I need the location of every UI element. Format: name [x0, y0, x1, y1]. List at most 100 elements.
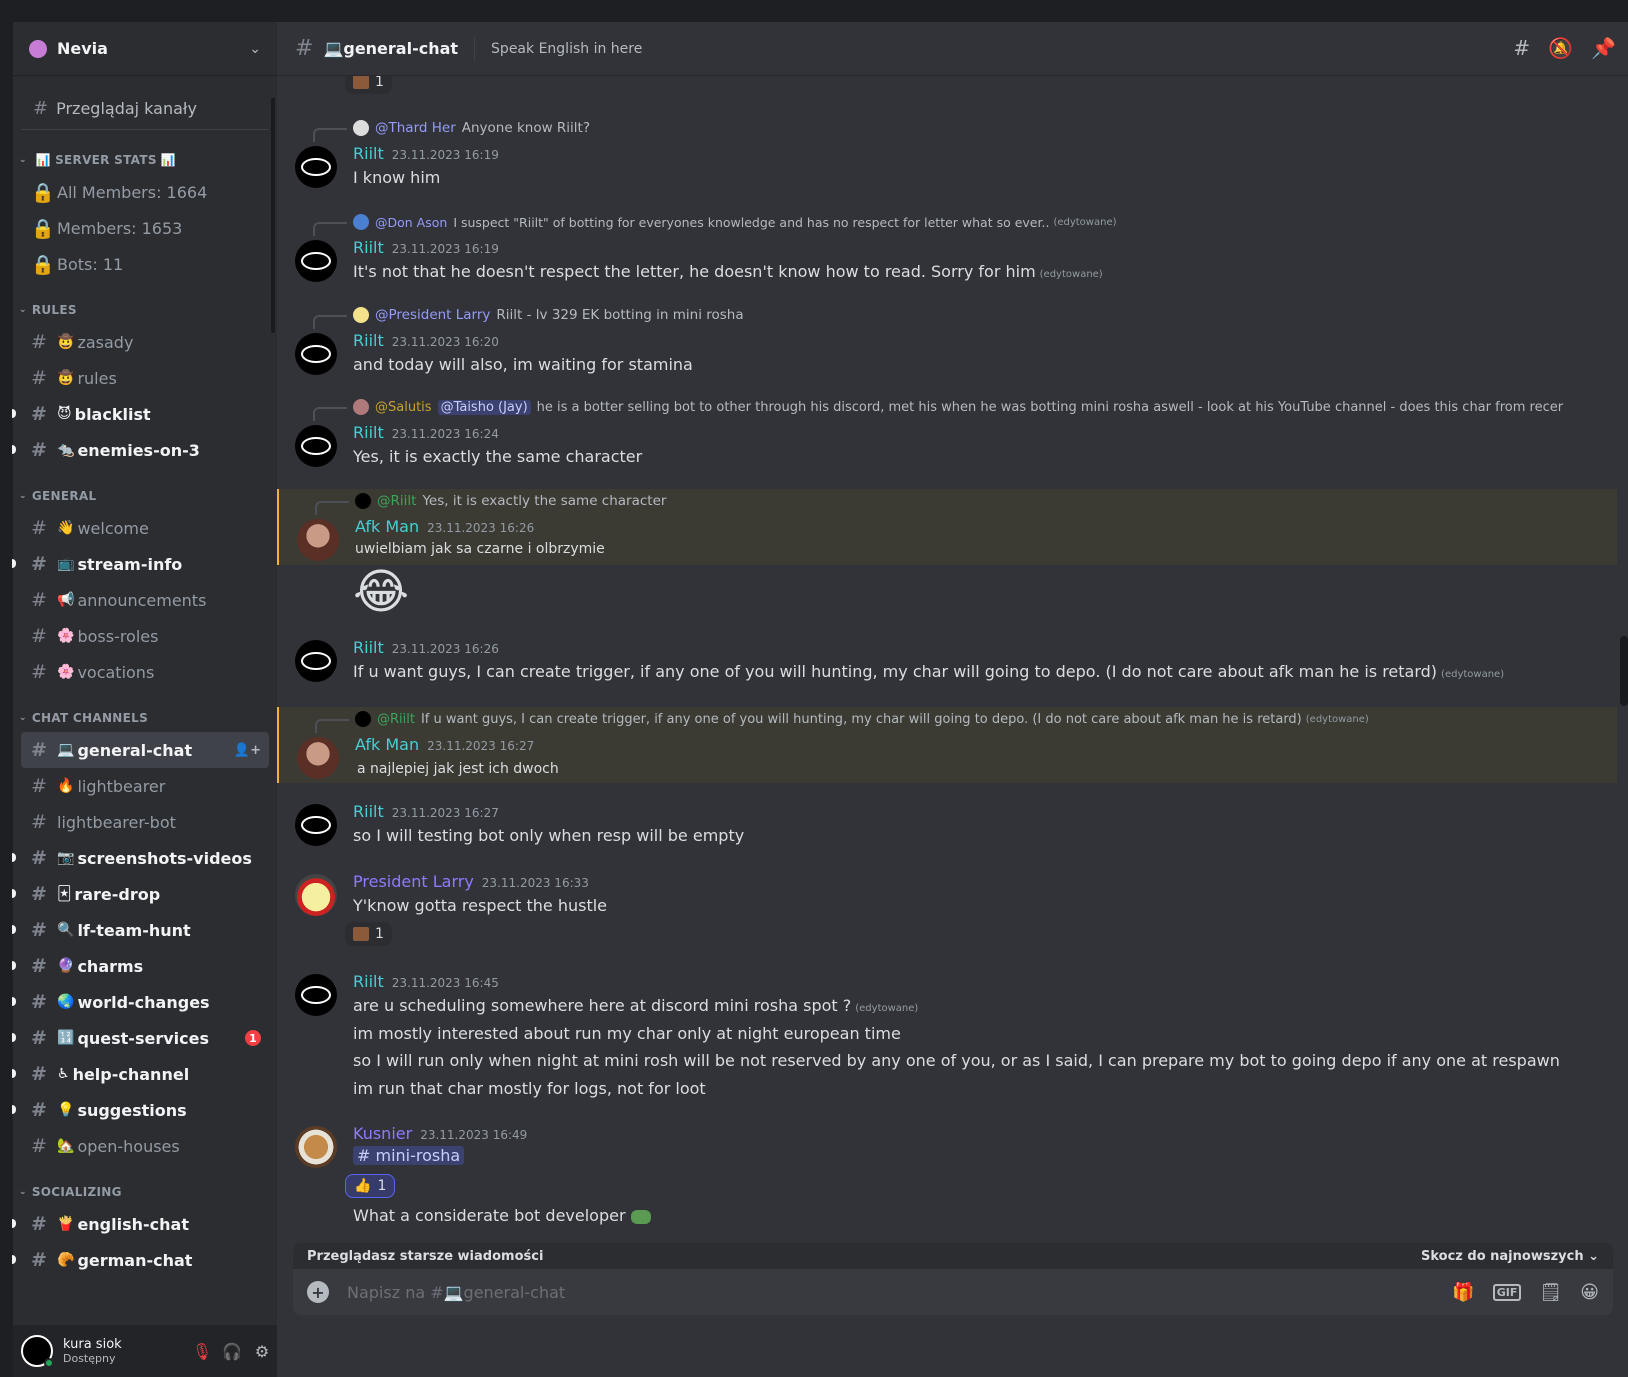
sidebar-scrollbar[interactable] — [271, 98, 275, 333]
avatar[interactable] — [295, 874, 337, 916]
header-divider — [474, 36, 476, 61]
channel-emoji-icon: 📢 — [57, 592, 75, 608]
notification-muted-icon[interactable]: 🔕 — [1548, 36, 1573, 60]
channel-emoji-icon: 🌸 — [57, 628, 75, 644]
reaction[interactable]: 1 — [345, 76, 392, 94]
avatar[interactable] — [295, 146, 337, 188]
user-mention-pill[interactable]: @Taisho (Jay) — [437, 399, 531, 415]
pin-icon[interactable]: 📌 — [1591, 36, 1616, 60]
author-name[interactable]: Afk Man — [355, 735, 419, 754]
avatar[interactable] — [295, 804, 337, 846]
avatar[interactable] — [21, 1335, 54, 1368]
sticker-icon[interactable]: 🗒 — [1539, 1282, 1562, 1303]
avatar[interactable] — [295, 333, 337, 375]
stat-channel[interactable]: 🔒 Bots: 11 — [21, 246, 269, 282]
gift-icon[interactable]: 🎁 — [1452, 1282, 1474, 1303]
channel-blacklist[interactable]: # 😈 blacklist — [12, 396, 269, 432]
channel-enemies-on-3[interactable]: # 🐀 enemies-on-3 — [12, 432, 269, 468]
avatar[interactable] — [295, 1126, 337, 1168]
timestamp: 23.11.2023 16:19 — [391, 148, 499, 162]
reaction[interactable]: 👍 1 — [345, 1174, 396, 1198]
author-name[interactable]: Riilt — [353, 423, 384, 442]
message-list[interactable]: 1 @Thard Her Anyone know Riilt? Riilt 23.1… — [277, 76, 1628, 1316]
channel-label: zasady — [77, 332, 134, 352]
thumbs-up-icon: 👍 — [354, 1178, 372, 1194]
emoji-picker-icon[interactable]: 😀 — [1580, 1282, 1599, 1303]
stat-channel[interactable]: 🔒 Members: 1653 — [21, 210, 269, 246]
category-socializing[interactable]: ⌄ SOCIALIZING — [13, 1178, 277, 1206]
category-general[interactable]: ⌄ GENERAL — [13, 482, 277, 510]
channel-topic[interactable]: Speak English in here — [491, 41, 642, 57]
headphones-icon[interactable]: 🎧 — [217, 1342, 247, 1361]
reply-preview[interactable]: @Salutis @Taisho (Jay) he is a botter sell… — [313, 399, 1563, 421]
author-name[interactable]: Afk Man — [355, 517, 419, 536]
avatar[interactable] — [297, 519, 339, 561]
channel-world-changes[interactable]: # 🌏 world-changes — [12, 984, 269, 1020]
threads-icon[interactable]: # — [1513, 36, 1530, 60]
category-rules[interactable]: ⌄ RULES — [13, 296, 277, 324]
channel-lightbearer[interactable]: # 🔥 lightbearer — [21, 768, 269, 804]
message-text: are u scheduling somewhere here at disco… — [353, 996, 918, 1015]
author-name[interactable]: Riilt — [353, 331, 384, 350]
add-attachment-button[interactable]: + — [307, 1281, 329, 1303]
message-input[interactable]: Napisz na #💻general-chat — [347, 1283, 1452, 1302]
author-name[interactable]: Riilt — [353, 238, 384, 257]
message-text: What a considerate bot developer — [353, 1206, 651, 1225]
edited-marker: (edytowane) — [1039, 269, 1103, 280]
channel-quest-services[interactable]: # 🔢 quest-services 1 — [12, 1020, 269, 1056]
avatar[interactable] — [295, 425, 337, 467]
reply-preview[interactable]: @Riilt If u want guys, I can create trigg… — [315, 711, 1369, 733]
channel-suggestions[interactable]: # 💡 suggestions — [12, 1092, 269, 1128]
category-server-stats[interactable]: ⌄ 📊 SERVER STATS 📊 — [13, 146, 277, 174]
gear-icon[interactable]: ⚙ — [247, 1342, 277, 1361]
avatar[interactable] — [295, 640, 337, 682]
reply-preview[interactable]: @Riilt Yes, it is exactly the same charac… — [315, 493, 666, 515]
author-name[interactable]: Riilt — [353, 638, 384, 657]
channel-german-chat[interactable]: # 🥐 german-chat — [12, 1242, 269, 1278]
channel-welcome[interactable]: # 👋 welcome — [21, 510, 269, 546]
category-chat-channels[interactable]: ⌄ CHAT CHANNELS — [13, 704, 277, 732]
browse-channels-button[interactable]: # Przeglądaj kanały — [21, 88, 269, 130]
stats-icon: 📊 — [160, 153, 177, 167]
author-name[interactable]: Riilt — [353, 144, 384, 163]
reply-avatar — [353, 120, 369, 136]
mention-badge: 1 — [245, 1030, 261, 1046]
channel-announcements[interactable]: # 📢 announcements — [21, 582, 269, 618]
invite-member-icon[interactable]: 👤+ — [234, 743, 261, 758]
channel-vocations[interactable]: # 🌸 vocations — [21, 654, 269, 690]
channel-stream-info[interactable]: # 📺 stream-info — [12, 546, 269, 582]
reaction[interactable]: 1 — [345, 922, 392, 946]
channel-boss-roles[interactable]: # 🌸 boss-roles — [21, 618, 269, 654]
author-name[interactable]: Kusnier — [353, 1124, 412, 1143]
jump-to-present-button[interactable]: Skocz do najnowszych ⌄ — [1421, 1249, 1599, 1264]
author-name[interactable]: President Larry — [353, 872, 474, 891]
author-name[interactable]: Riilt — [353, 802, 384, 821]
avatar[interactable] — [295, 974, 337, 1016]
channel-lf-team-hunt[interactable]: # 🔍 lf-team-hunt — [12, 912, 269, 948]
chat-scrollbar[interactable] — [1620, 636, 1628, 706]
reply-preview[interactable]: @Thard Her Anyone know Riilt? — [313, 120, 590, 142]
caret-icon: ⌄ — [19, 1187, 27, 1197]
mic-muted-icon[interactable]: 🎙 — [187, 1342, 217, 1361]
channel-help-channel[interactable]: # ♿ help-channel — [12, 1056, 269, 1092]
channel-rare-drop[interactable]: # 🃏 rare-drop — [12, 876, 269, 912]
channel-english-chat[interactable]: # 🍟 english-chat — [12, 1206, 269, 1242]
channel-charms[interactable]: # 🔮 charms — [12, 948, 269, 984]
channel-screenshots-videos[interactable]: # 📷 screenshots-videos — [12, 840, 269, 876]
channel-general-chat[interactable]: # 💻 general-chat 👤+ — [21, 732, 269, 768]
message-text: so I will testing bot only when resp wil… — [353, 826, 745, 845]
channel-mention[interactable]: # mini-rosha — [353, 1146, 465, 1165]
channel-rules[interactable]: # 🤠 rules — [21, 360, 269, 396]
avatar[interactable] — [297, 737, 339, 779]
avatar[interactable] — [295, 240, 337, 282]
stat-channel[interactable]: 🔒 All Members: 1664 — [21, 174, 269, 210]
author-name[interactable]: Riilt — [353, 972, 384, 991]
message-line: im mostly interested about run my char o… — [353, 1024, 901, 1043]
channel-zasady[interactable]: # 🤠 zasady — [21, 324, 269, 360]
reply-preview[interactable]: @President Larry Riilt - lv 329 EK bottin… — [313, 307, 744, 329]
server-header[interactable]: Nevia ⌄ — [13, 22, 277, 76]
channel-open-houses[interactable]: # 🏡 open-houses — [21, 1128, 269, 1164]
channel-lightbearer-bot[interactable]: # lightbearer-bot — [21, 804, 269, 840]
reply-preview[interactable]: @Don Ason I suspect "Riilt" of botting fo… — [313, 214, 1117, 236]
gif-icon[interactable]: GIF — [1492, 1283, 1522, 1301]
